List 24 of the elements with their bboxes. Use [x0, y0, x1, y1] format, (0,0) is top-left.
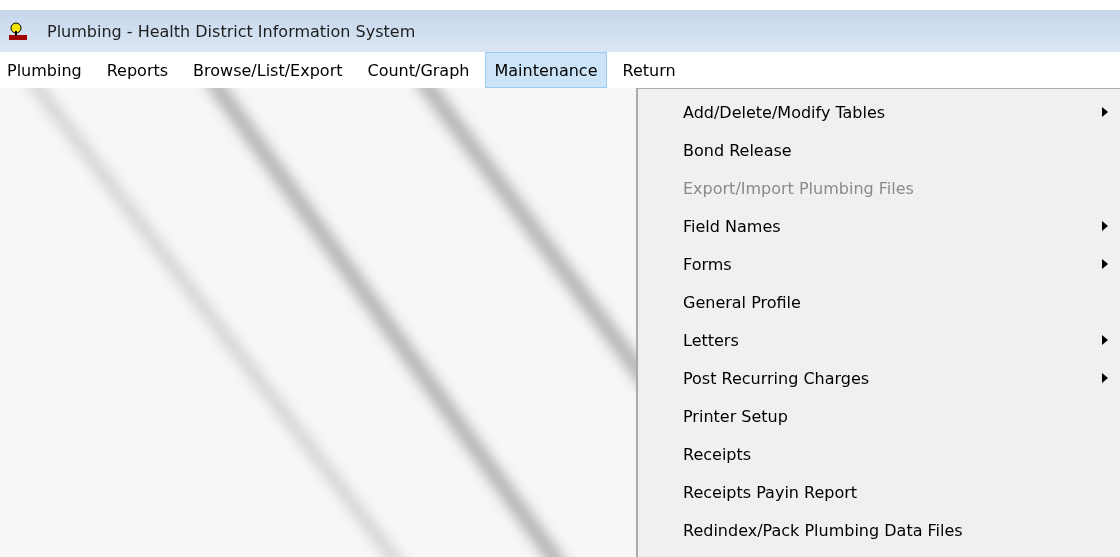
menu-option[interactable]: Post Recurring Charges: [638, 359, 1120, 397]
submenu-arrow-icon: [1102, 221, 1108, 231]
submenu-arrow-icon: [1102, 373, 1108, 383]
submenu-arrow-icon: [1102, 259, 1108, 269]
window-title: Plumbing - Health District Information System: [47, 21, 416, 41]
submenu-arrow-icon: [1102, 335, 1108, 345]
menu-option[interactable]: Receipts: [638, 435, 1120, 473]
app-icon: [8, 21, 28, 41]
menu-option[interactable]: Letters: [638, 321, 1120, 359]
menu-item[interactable]: Return: [613, 52, 685, 88]
menu-option[interactable]: Bond Release: [638, 131, 1120, 169]
menu-option[interactable]: Receipts Payin Report: [638, 473, 1120, 511]
menu-option[interactable]: Forms: [638, 245, 1120, 283]
menu-item[interactable]: Reports: [97, 52, 178, 88]
menu-item[interactable]: Maintenance: [485, 52, 607, 88]
submenu-arrow-icon: [1102, 107, 1108, 117]
menu-option[interactable]: Add/Delete/Modify Tables: [638, 93, 1120, 131]
menu-option[interactable]: General Profile: [638, 283, 1120, 321]
menu-item[interactable]: Browse/List/Export: [184, 52, 352, 88]
menu-option[interactable]: Printer Setup: [638, 397, 1120, 435]
menu-option[interactable]: Field Names: [638, 207, 1120, 245]
menu-item[interactable]: Plumbing: [0, 52, 91, 88]
menu-item[interactable]: Count/Graph: [358, 52, 479, 88]
menu-option[interactable]: Redindex/Pack Plumbing Data Files: [638, 511, 1120, 549]
